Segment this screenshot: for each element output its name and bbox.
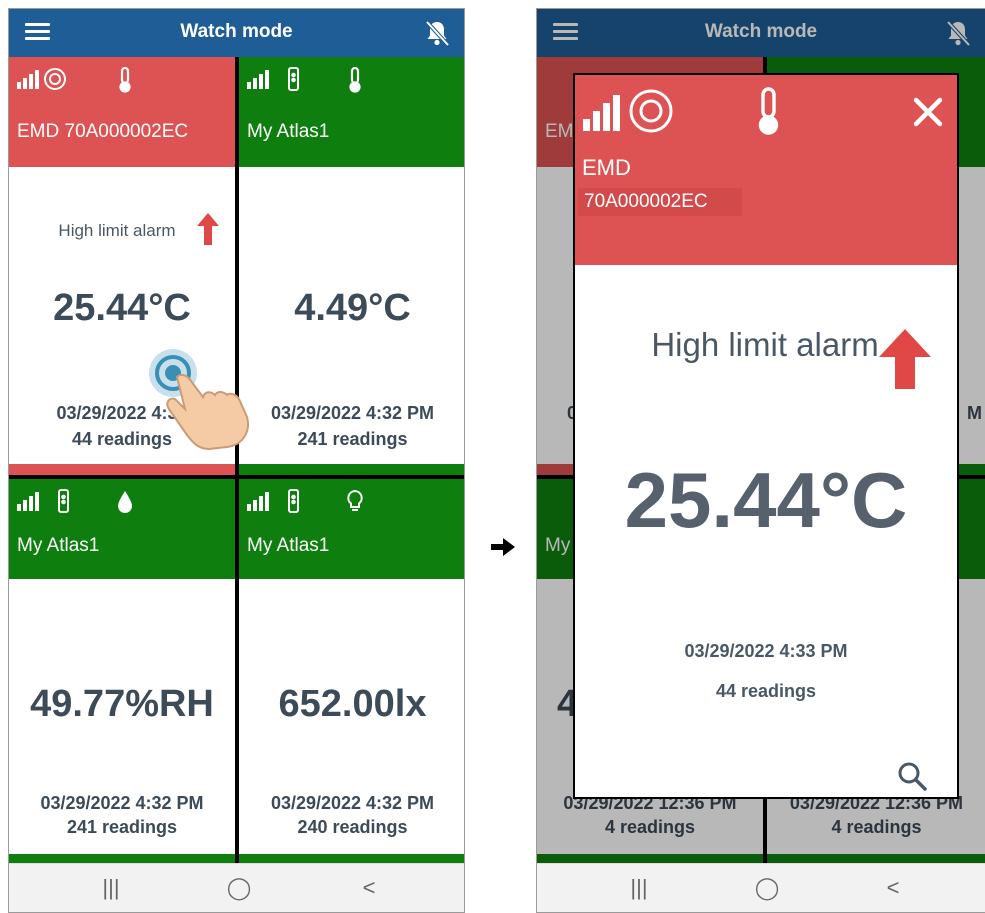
reading-count: 241 readings: [66, 817, 178, 837]
high-alarm-arrow-icon: [197, 213, 219, 245]
tile-status-icons: [247, 67, 361, 93]
thermometer-icon: [349, 67, 361, 93]
sensor-grid: EMD 70A000002EC High limit alarm 25.44°C…: [9, 57, 464, 865]
atlas-logger-icon: [288, 67, 299, 91]
dialog-reading-count: 44 readings: [715, 681, 817, 701]
thermometer-icon: [758, 87, 779, 135]
signal-icon: [583, 95, 620, 131]
phone-screen-before: Watch mode EMD 70A000002EC High limit al…: [8, 8, 465, 913]
reading-value: 25.44°C: [53, 287, 191, 329]
reading-timestamp: 03/29/2022 4:32 PM: [270, 793, 435, 813]
signal-icon: [247, 70, 269, 89]
tap-gesture-hand-icon: [149, 349, 249, 451]
signal-icon: [17, 492, 39, 511]
dialog-reading-value: 25.44°C: [624, 456, 908, 544]
device-name: My Atlas1: [17, 535, 100, 556]
stage: Watch mode EMD 70A000002EC High limit al…: [0, 0, 985, 913]
tile-header: My Atlas1: [9, 479, 235, 579]
transition-arrow-icon: [491, 538, 515, 556]
dialog-device-name: EMD: [582, 155, 631, 180]
app-bar: Watch mode: [9, 9, 464, 57]
emd-probe-icon: [629, 89, 673, 133]
sensor-tile[interactable]: My Atlas1 4.49°C 03/29/2022 4:32 PM 241 …: [239, 57, 464, 475]
thermometer-icon: [119, 67, 131, 93]
android-nav-bar: ||| ◯ <: [9, 863, 464, 912]
sensor-detail-dialog: EMD 70A000002EC High limit alarm 25.44°C…: [573, 73, 959, 799]
sensor-tile[interactable]: My Atlas1 49.77%RH 03/29/2022 4:32 PM 24…: [9, 479, 235, 865]
dialog-header: EMD 70A000002EC: [575, 75, 957, 265]
back-button[interactable]: <: [873, 864, 913, 912]
reading-count: 241 readings: [297, 429, 408, 449]
phone-screen-after: Watch mode EM 0 M My 4 03/29/2022 12:36 …: [536, 8, 985, 913]
emd-probe-icon: [44, 68, 66, 90]
sensor-tile[interactable]: My Atlas1 652.00lx 03/29/2022 4:32 PM 24…: [239, 479, 464, 865]
device-name: My Atlas1: [247, 535, 330, 556]
atlas-logger-icon: [288, 489, 299, 513]
search-icon[interactable]: [897, 761, 927, 791]
home-button[interactable]: ◯: [747, 864, 787, 912]
signal-icon: [17, 70, 39, 89]
reading-value: 49.77%RH: [30, 683, 214, 725]
dialog-alarm-text: High limit alarm: [651, 326, 879, 363]
tile-body: 4.49°C 03/29/2022 4:32 PM 241 readings: [239, 167, 464, 475]
tile-status-bar: [9, 464, 235, 475]
device-name: My Atlas1: [247, 121, 330, 142]
reading-count: 240 readings: [297, 817, 408, 837]
home-button[interactable]: ◯: [219, 864, 259, 912]
recents-button[interactable]: |||: [619, 864, 659, 912]
tile-body: 652.00lx 03/29/2022 4:32 PM 240 readings: [239, 579, 464, 865]
tile-header: My Atlas1: [239, 479, 464, 579]
signal-icon: [247, 492, 269, 511]
reading-value: 4.49°C: [294, 287, 411, 329]
tile-header: My Atlas1: [239, 57, 464, 167]
tile-status-icons: [17, 67, 131, 93]
dialog-serial-number: 70A000002EC: [578, 188, 742, 216]
tile-status-icons: [247, 489, 363, 513]
tile-status-icons: [17, 489, 132, 513]
light-bulb-icon: [347, 489, 363, 511]
high-alarm-arrow-icon: [879, 329, 931, 389]
atlas-logger-icon: [58, 489, 69, 513]
close-icon[interactable]: [911, 95, 945, 129]
page-title: Watch mode: [180, 21, 293, 42]
back-button[interactable]: <: [349, 864, 389, 912]
reading-value: 652.00lx: [278, 683, 427, 725]
humidity-drop-icon: [118, 491, 132, 513]
dialog-status-icons: [583, 87, 779, 135]
bell-muted-icon[interactable]: [422, 18, 452, 48]
tile-status-bar: [239, 464, 464, 475]
dialog-reading-timestamp: 03/29/2022 4:33 PM: [684, 641, 848, 661]
recents-button[interactable]: |||: [91, 864, 131, 912]
device-name: EMD 70A000002EC: [17, 121, 189, 142]
reading-timestamp: 03/29/2022 4:32 PM: [270, 403, 435, 423]
reading-timestamp: 03/29/2022 4:32 PM: [40, 793, 204, 813]
tile-header: EMD 70A000002EC: [9, 57, 235, 167]
tile-body: 49.77%RH 03/29/2022 4:32 PM 241 readings: [9, 579, 235, 865]
android-nav-bar: ||| ◯ <: [537, 863, 985, 912]
